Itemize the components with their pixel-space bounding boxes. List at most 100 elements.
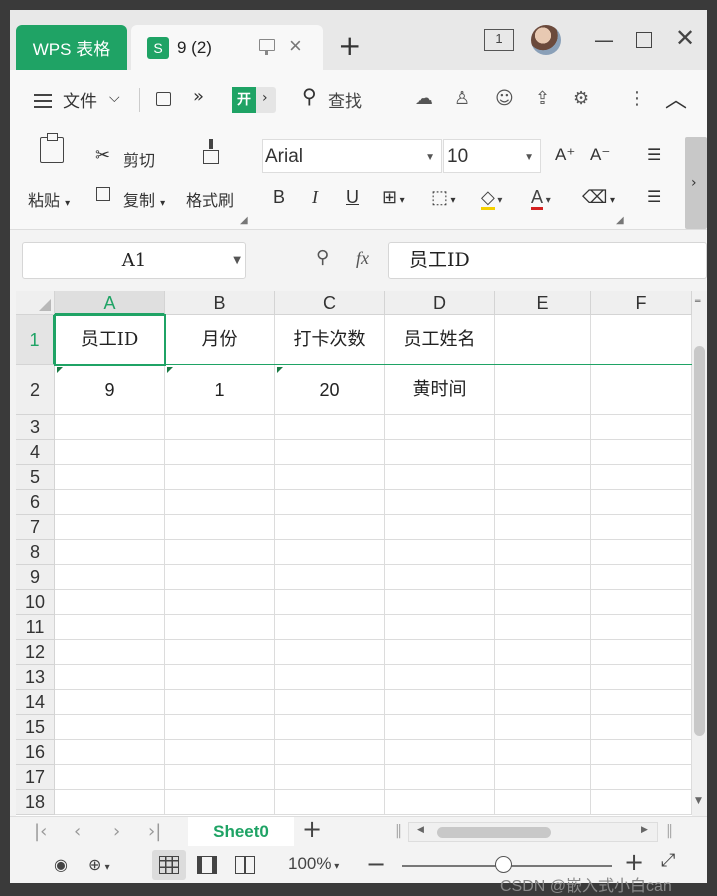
cell-c2[interactable]: 20 — [275, 365, 385, 415]
empty-cell[interactable] — [165, 640, 275, 665]
row-header[interactable]: 5 — [16, 465, 55, 490]
row-header[interactable]: 3 — [16, 415, 55, 440]
insert-function-button[interactable]: fx — [356, 248, 369, 269]
empty-cell[interactable] — [55, 640, 165, 665]
cell-c1[interactable]: 打卡次数 — [275, 315, 385, 365]
empty-cell[interactable] — [495, 490, 591, 515]
column-header-d[interactable]: D — [385, 291, 495, 315]
empty-cell[interactable] — [385, 540, 495, 565]
italic-button[interactable]: I — [312, 187, 318, 208]
empty-cell[interactable] — [591, 415, 692, 440]
font-size-select[interactable]: 10 ▼ — [443, 139, 541, 173]
empty-cell[interactable] — [165, 590, 275, 615]
clipboard-icon[interactable] — [40, 133, 64, 163]
formula-input[interactable]: 员工ID — [388, 242, 707, 279]
cell-e1[interactable] — [495, 315, 591, 365]
empty-cell[interactable] — [591, 515, 692, 540]
page-layout-view-button[interactable] — [190, 850, 224, 880]
error-indicator-icon[interactable] — [57, 367, 63, 373]
empty-cell[interactable] — [165, 690, 275, 715]
search-icon[interactable]: ⚲ — [302, 84, 317, 108]
empty-cell[interactable] — [385, 565, 495, 590]
fullscreen-icon[interactable]: ⤢ — [661, 850, 675, 871]
empty-cell[interactable] — [495, 515, 591, 540]
scroll-left-icon[interactable]: ◀ — [417, 825, 424, 835]
empty-cell[interactable] — [385, 640, 495, 665]
minimize-icon[interactable]: — — [594, 28, 614, 52]
row-header[interactable]: 6 — [16, 490, 55, 515]
add-sheet-button[interactable]: + — [302, 815, 322, 843]
hamburger-icon[interactable] — [34, 100, 52, 102]
empty-cell[interactable] — [275, 790, 385, 815]
empty-cell[interactable] — [55, 490, 165, 515]
empty-cell[interactable] — [275, 490, 385, 515]
cell-e2[interactable] — [495, 365, 591, 415]
empty-cell[interactable] — [275, 640, 385, 665]
dialog-launcher-icon[interactable]: ◢ — [240, 215, 248, 226]
empty-cell[interactable] — [165, 790, 275, 815]
cell-f2[interactable] — [591, 365, 692, 415]
empty-cell[interactable] — [275, 465, 385, 490]
new-tab-button[interactable]: + — [338, 32, 361, 60]
row-header[interactable]: 9 — [16, 565, 55, 590]
empty-cell[interactable] — [55, 515, 165, 540]
error-indicator-icon[interactable] — [277, 367, 283, 373]
empty-cell[interactable] — [165, 415, 275, 440]
save-icon[interactable] — [156, 92, 171, 106]
empty-cell[interactable] — [591, 665, 692, 690]
align-left-icon[interactable]: ☰ — [647, 187, 661, 206]
empty-cell[interactable] — [165, 765, 275, 790]
column-header-e[interactable]: E — [495, 291, 591, 315]
empty-cell[interactable] — [165, 440, 275, 465]
empty-cell[interactable] — [165, 565, 275, 590]
comment-icon[interactable]: ☺ — [495, 88, 514, 109]
search-button[interactable]: 查找 — [328, 87, 362, 112]
grow-font-button[interactable]: A⁺ — [555, 145, 575, 165]
export-icon[interactable]: ⇪ — [535, 88, 550, 109]
cell-d2[interactable]: 黄时间 — [385, 365, 495, 415]
empty-cell[interactable] — [591, 590, 692, 615]
empty-cell[interactable] — [495, 640, 591, 665]
font-family-select[interactable]: Arial ▼ — [262, 139, 442, 173]
eraser-icon[interactable]: ⌫ ▾ — [582, 187, 615, 208]
empty-cell[interactable] — [385, 690, 495, 715]
empty-cell[interactable] — [385, 765, 495, 790]
empty-cell[interactable] — [385, 490, 495, 515]
row-header[interactable]: 2 — [16, 365, 55, 415]
empty-cell[interactable] — [275, 440, 385, 465]
empty-cell[interactable] — [495, 440, 591, 465]
close-window-icon[interactable]: ✕ — [675, 24, 695, 52]
borders-icon[interactable]: ⊞ ▾ — [382, 187, 405, 208]
maximize-icon[interactable] — [636, 32, 652, 48]
fill-color-icon[interactable]: ◇ ▾ — [481, 187, 502, 210]
empty-cell[interactable] — [495, 740, 591, 765]
row-header[interactable]: 8 — [16, 540, 55, 565]
empty-cell[interactable] — [275, 665, 385, 690]
cell-b2[interactable]: 1 — [165, 365, 275, 415]
collapse-ribbon-icon[interactable]: ︿ — [665, 82, 687, 114]
splitter-handle[interactable]: ‖ — [395, 823, 402, 839]
empty-cell[interactable] — [591, 490, 692, 515]
bold-button[interactable]: B — [273, 187, 285, 208]
column-header-f[interactable]: F — [591, 291, 692, 315]
empty-cell[interactable] — [165, 490, 275, 515]
row-header[interactable]: 7 — [16, 515, 55, 540]
shrink-font-button[interactable]: A⁻ — [590, 145, 610, 165]
empty-cell[interactable] — [165, 715, 275, 740]
zoom-level[interactable]: 100% ▾ — [288, 854, 339, 874]
row-header[interactable]: 16 — [16, 740, 55, 765]
empty-cell[interactable] — [591, 715, 692, 740]
empty-cell[interactable] — [495, 415, 591, 440]
empty-cell[interactable] — [275, 415, 385, 440]
row-header[interactable]: 17 — [16, 765, 55, 790]
empty-cell[interactable] — [385, 790, 495, 815]
prev-sheet-icon[interactable]: ‹ — [74, 821, 81, 842]
row-header[interactable]: 10 — [16, 590, 55, 615]
share-user-icon[interactable]: ♙ — [454, 88, 470, 109]
empty-cell[interactable] — [165, 515, 275, 540]
row-header[interactable]: 13 — [16, 665, 55, 690]
empty-cell[interactable] — [495, 615, 591, 640]
paste-button[interactable]: 粘贴 ▾ — [28, 187, 70, 211]
empty-cell[interactable] — [55, 415, 165, 440]
empty-cell[interactable] — [385, 590, 495, 615]
